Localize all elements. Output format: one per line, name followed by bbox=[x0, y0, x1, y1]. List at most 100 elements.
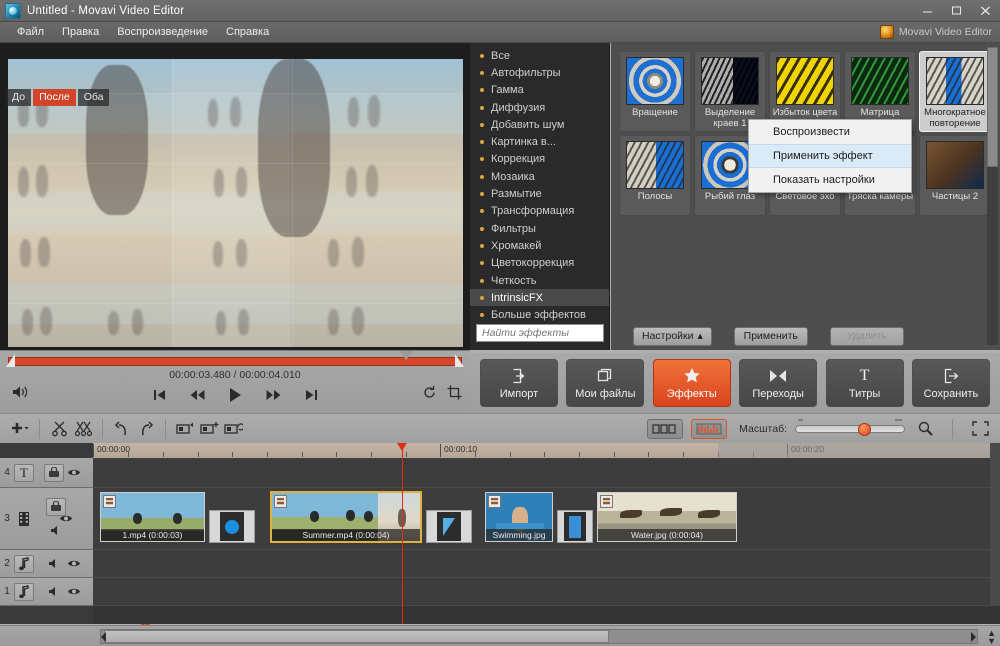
effect-tile-rotation[interactable]: Вращение bbox=[619, 51, 691, 132]
menu-playback[interactable]: Воспроизведение bbox=[108, 24, 217, 40]
effect-tile-particles-2[interactable]: Частицы 2 bbox=[919, 135, 991, 216]
track-lane-1[interactable] bbox=[93, 578, 1000, 606]
category-item-gamma[interactable]: Гамма bbox=[470, 82, 609, 99]
fullscreen-icon[interactable] bbox=[968, 418, 992, 440]
split-button[interactable] bbox=[47, 418, 71, 440]
hscroll-right-arrow[interactable] bbox=[971, 632, 976, 642]
play-button[interactable] bbox=[226, 387, 244, 403]
track-header-3[interactable]: 3 bbox=[0, 488, 93, 550]
menu-file[interactable]: Файл bbox=[8, 24, 53, 40]
effect-categories-list[interactable]: Все Автофильтры Гамма Диффузия Добавить … bbox=[470, 43, 610, 350]
mode-save[interactable]: Сохранить bbox=[912, 359, 990, 407]
category-item-sharpness[interactable]: Четкость bbox=[470, 272, 609, 289]
context-menu-item-apply-effect[interactable]: Применить эффект bbox=[749, 144, 911, 168]
category-item-chromakey[interactable]: Хромакей bbox=[470, 237, 609, 254]
category-item-filters[interactable]: Фильтры bbox=[470, 220, 609, 237]
category-item-color-correction[interactable]: Цветокоррекция bbox=[470, 255, 609, 272]
zoom-fit-icon[interactable] bbox=[913, 418, 937, 440]
storyboard-view-icon[interactable] bbox=[647, 419, 683, 439]
timeline-clip[interactable]: 1.mp4 (0:00:03) bbox=[100, 492, 205, 542]
playhead-line[interactable] bbox=[402, 443, 403, 624]
track-lane-3[interactable]: 1.mp4 (0:00:03) Summer.mp4 (0:00:04) bbox=[93, 488, 1000, 550]
track-header-2[interactable]: 2 bbox=[0, 550, 93, 578]
effect-tile-stripes[interactable]: Полосы bbox=[619, 135, 691, 216]
eye-icon[interactable] bbox=[56, 510, 76, 528]
tab-both[interactable]: Оба bbox=[78, 89, 110, 106]
timeline-clip[interactable]: Swimming.jpg (0:... bbox=[485, 492, 553, 542]
effect-tile-multiple-repeat[interactable]: Многократное повторение bbox=[919, 51, 991, 132]
fast-forward-button[interactable] bbox=[264, 387, 282, 403]
track-header-4[interactable]: 4 T bbox=[0, 458, 93, 488]
settings-button[interactable]: Настройки ▴ bbox=[633, 327, 712, 346]
menu-help[interactable]: Справка bbox=[217, 24, 278, 40]
playhead-handle[interactable] bbox=[397, 443, 407, 451]
category-item-mosaic[interactable]: Мозаика bbox=[470, 168, 609, 185]
transition-clip[interactable] bbox=[426, 510, 472, 543]
lock-icon[interactable] bbox=[44, 464, 64, 482]
mode-transitions[interactable]: Переходы bbox=[739, 359, 817, 407]
mode-import[interactable]: Импорт bbox=[480, 359, 558, 407]
text-t-icon[interactable]: T bbox=[14, 464, 34, 482]
clip-rotate-button[interactable] bbox=[221, 418, 245, 440]
effects-scrollbar-thumb[interactable] bbox=[987, 47, 998, 167]
trim-handle-right[interactable] bbox=[455, 354, 464, 367]
timeline-clip[interactable]: Water.jpg (0:00:04) bbox=[597, 492, 737, 542]
remove-button[interactable]: Удалить bbox=[830, 327, 904, 346]
transition-clip[interactable] bbox=[209, 510, 255, 543]
hscroll-thumb[interactable] bbox=[104, 630, 609, 643]
close-button[interactable] bbox=[971, 0, 1000, 21]
eye-icon[interactable] bbox=[64, 464, 84, 482]
search-input[interactable] bbox=[477, 325, 603, 341]
menu-edit[interactable]: Правка bbox=[53, 24, 108, 40]
music-note-icon[interactable] bbox=[14, 583, 34, 601]
mode-my-files[interactable]: Мои файлы bbox=[566, 359, 644, 407]
timeline-clip[interactable]: Summer.mp4 (0:00:04) bbox=[270, 491, 422, 543]
transition-clip[interactable] bbox=[557, 510, 593, 543]
context-menu-item-show-settings[interactable]: Показать настройки bbox=[749, 168, 911, 192]
timeline-view-icon[interactable] bbox=[691, 419, 727, 439]
category-item-transformation[interactable]: Трансформация bbox=[470, 203, 609, 220]
undo-button[interactable] bbox=[110, 418, 134, 440]
context-menu-item-play[interactable]: Воспроизвести bbox=[749, 120, 911, 144]
rewind-button[interactable] bbox=[188, 387, 206, 403]
preview-panel[interactable]: До После Оба bbox=[0, 43, 470, 350]
track-header-1[interactable]: 1 bbox=[0, 578, 93, 606]
tab-before[interactable]: До bbox=[6, 89, 31, 106]
mute-icon[interactable] bbox=[44, 555, 64, 573]
category-item-correction[interactable]: Коррекция bbox=[470, 151, 609, 168]
track-lane-2[interactable] bbox=[93, 550, 1000, 578]
clip-properties-button[interactable] bbox=[173, 418, 197, 440]
crop-icon[interactable] bbox=[447, 385, 462, 403]
zoom-slider-knob[interactable] bbox=[858, 423, 871, 436]
tab-after[interactable]: После bbox=[33, 89, 76, 106]
mode-effects[interactable]: Эффекты bbox=[653, 359, 731, 407]
search-field-wrap[interactable] bbox=[476, 324, 604, 342]
timeline-vertical-scrollbar[interactable] bbox=[990, 443, 1000, 605]
mode-titles[interactable]: T Титры bbox=[826, 359, 904, 407]
eye-icon[interactable] bbox=[64, 555, 84, 573]
category-item-add-noise[interactable]: Добавить шум bbox=[470, 116, 609, 133]
minimize-button[interactable] bbox=[913, 0, 942, 21]
split-all-button[interactable] bbox=[71, 418, 95, 440]
category-item-autofilters[interactable]: Автофильтры bbox=[470, 64, 609, 81]
apply-button[interactable]: Применить bbox=[734, 327, 808, 346]
timeline-ruler[interactable]: 00:00:00 00:00:10 00:00:20 bbox=[93, 443, 992, 458]
go-to-end-button[interactable] bbox=[302, 387, 320, 403]
category-item-blur[interactable]: Размытие bbox=[470, 185, 609, 202]
maximize-button[interactable] bbox=[942, 0, 971, 21]
category-item-more-effects[interactable]: Больше эффектов bbox=[470, 306, 609, 323]
clip-add-button[interactable] bbox=[197, 418, 221, 440]
player-position-marker[interactable] bbox=[399, 351, 413, 360]
music-note-icon[interactable] bbox=[14, 555, 34, 573]
hscroll-left-arrow[interactable] bbox=[101, 632, 106, 642]
film-icon[interactable] bbox=[14, 510, 34, 528]
trim-handle-left[interactable] bbox=[6, 354, 15, 367]
category-item-picture-in[interactable]: Картинка в... bbox=[470, 133, 609, 150]
vscroll-steppers[interactable]: ▲▼ bbox=[987, 626, 996, 646]
category-item-diffusion[interactable]: Диффузия bbox=[470, 99, 609, 116]
zoom-slider[interactable] bbox=[795, 425, 905, 433]
redo-button[interactable] bbox=[134, 418, 158, 440]
track-lane-4[interactable] bbox=[93, 458, 1000, 488]
mute-icon[interactable] bbox=[44, 583, 64, 601]
rotate-icon[interactable] bbox=[422, 385, 437, 403]
